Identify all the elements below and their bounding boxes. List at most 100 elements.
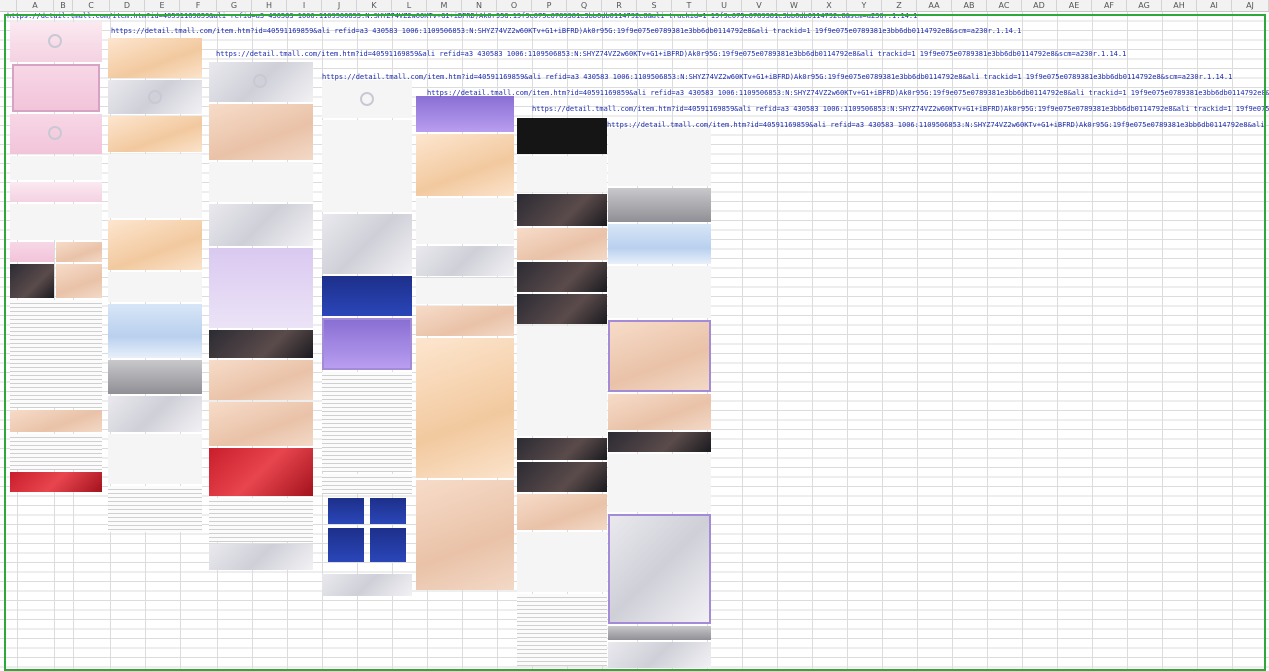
column-header[interactable]: AC (987, 0, 1022, 11)
product-image (322, 120, 412, 212)
column-header[interactable]: L (392, 0, 427, 11)
column-header[interactable]: P (532, 0, 567, 11)
product-image (108, 304, 202, 358)
image-strip[interactable] (209, 62, 313, 570)
url-cell[interactable]: https://detail.tmall.com/item.htm?id=405… (607, 121, 1269, 130)
necklace-pendant-icon (48, 34, 62, 48)
column-header[interactable]: Q (567, 0, 602, 11)
product-image (108, 116, 202, 152)
url-cell[interactable]: https://detail.tmall.com/item.htm?id=405… (532, 105, 1269, 114)
product-image (416, 480, 514, 590)
column-header[interactable]: D (110, 0, 145, 11)
product-image (608, 454, 711, 512)
product-image (209, 62, 313, 102)
column-header[interactable]: C (73, 0, 110, 11)
product-image (608, 642, 711, 668)
column-header[interactable]: Z (882, 0, 917, 11)
product-description-image (10, 300, 102, 408)
column-header[interactable]: AB (952, 0, 987, 11)
url-cell[interactable]: https://detail.tmall.com/item.htm?id=405… (427, 89, 1269, 98)
column-header[interactable]: AG (1127, 0, 1162, 11)
image-strip[interactable] (8, 22, 104, 502)
column-header[interactable]: U (707, 0, 742, 11)
product-image (608, 128, 711, 186)
column-header[interactable]: Y (847, 0, 882, 11)
column-header[interactable]: H (252, 0, 287, 11)
column-header[interactable]: V (742, 0, 777, 11)
product-description-image (517, 594, 607, 666)
url-cell[interactable]: https://detail.tmall.com/item.htm?id=405… (111, 27, 1021, 36)
product-image (416, 338, 514, 478)
image-strip[interactable] (608, 128, 711, 668)
column-header[interactable]: B (54, 0, 73, 11)
product-image (608, 626, 711, 640)
column-header[interactable]: R (602, 0, 637, 11)
url-cell[interactable]: https://detail.tmall.com/item.htm?id=405… (7, 12, 917, 21)
column-header[interactable]: A (17, 0, 54, 11)
necklace-pendant-icon (253, 74, 267, 88)
product-image (328, 528, 364, 562)
spreadsheet[interactable]: A B C D E F G H I J K L M N O P Q R S T … (0, 0, 1269, 671)
necklace-pendant-icon (48, 126, 62, 140)
product-image (108, 38, 202, 78)
product-image (322, 276, 412, 316)
product-image (322, 318, 412, 370)
column-header[interactable]: S (637, 0, 672, 11)
image-strip[interactable] (108, 38, 204, 532)
product-image (108, 80, 202, 114)
column-header[interactable]: N (462, 0, 497, 11)
product-image (10, 472, 102, 492)
url-cell[interactable]: https://detail.tmall.com/item.htm?id=405… (216, 50, 1126, 59)
product-image (416, 134, 514, 196)
column-header[interactable]: AI (1197, 0, 1232, 11)
column-header[interactable]: E (145, 0, 180, 11)
url-cell[interactable]: https://detail.tmall.com/item.htm?id=405… (322, 73, 1232, 82)
product-image (517, 462, 607, 492)
column-header-row: A B C D E F G H I J K L M N O P Q R S T … (0, 0, 1269, 12)
column-header[interactable]: O (497, 0, 532, 11)
select-all-corner[interactable] (0, 0, 17, 11)
product-image (608, 514, 711, 624)
product-image (416, 306, 514, 336)
column-header[interactable]: J (322, 0, 357, 11)
image-strip[interactable] (517, 118, 607, 666)
product-image (10, 410, 102, 432)
column-header[interactable]: AD (1022, 0, 1057, 11)
product-image (209, 360, 313, 400)
product-image (108, 360, 202, 394)
product-image (209, 448, 313, 496)
product-image (322, 80, 412, 118)
product-image (10, 22, 102, 62)
product-image (517, 294, 607, 324)
column-header[interactable]: I (287, 0, 322, 11)
column-header[interactable]: F (180, 0, 217, 11)
column-header[interactable]: AH (1162, 0, 1197, 11)
product-image (370, 528, 406, 562)
product-image (608, 394, 711, 430)
product-image (209, 248, 313, 328)
product-image (608, 224, 711, 264)
column-header[interactable]: X (812, 0, 847, 11)
column-header[interactable]: W (777, 0, 812, 11)
product-image (108, 154, 202, 218)
product-image (108, 396, 202, 432)
column-header[interactable]: AE (1057, 0, 1092, 11)
column-header[interactable]: AA (917, 0, 952, 11)
image-strip[interactable] (416, 96, 514, 608)
product-image (608, 266, 711, 318)
column-header[interactable]: AJ (1232, 0, 1269, 11)
column-header[interactable]: G (217, 0, 252, 11)
column-header[interactable]: M (427, 0, 462, 11)
product-image (108, 272, 202, 302)
product-image (517, 194, 607, 226)
product-image (10, 264, 54, 298)
product-image (108, 220, 202, 270)
product-image (416, 246, 514, 276)
image-strip[interactable] (322, 80, 412, 600)
product-image (56, 242, 102, 262)
product-image (10, 182, 102, 202)
column-header[interactable]: T (672, 0, 707, 11)
product-image (209, 330, 313, 358)
column-header[interactable]: AF (1092, 0, 1127, 11)
column-header[interactable]: K (357, 0, 392, 11)
